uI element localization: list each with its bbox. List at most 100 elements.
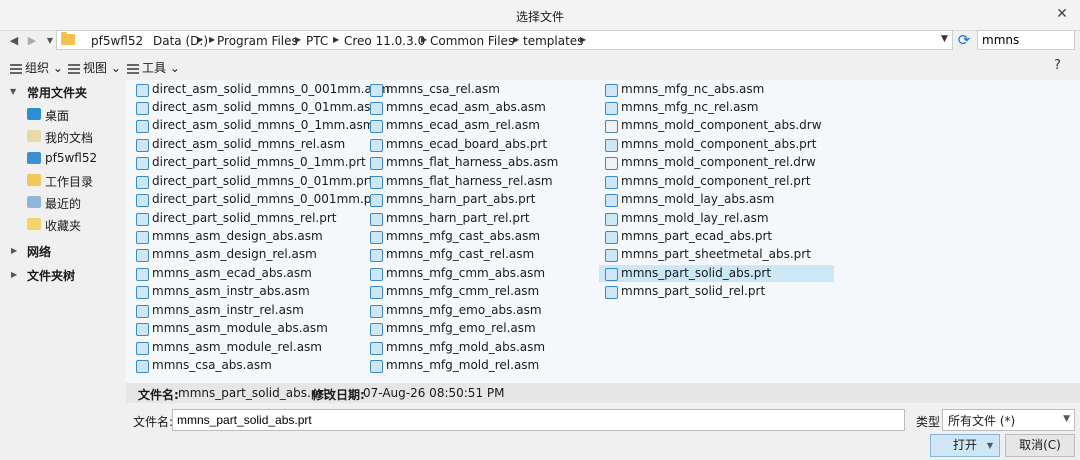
file-icon xyxy=(605,249,618,262)
file-icon xyxy=(370,213,383,226)
star-icon xyxy=(27,218,41,230)
file-icon xyxy=(370,305,383,318)
tools-menu[interactable]: 工具 ⌄ xyxy=(127,59,180,76)
file-icon xyxy=(136,120,149,133)
file-icon xyxy=(136,286,149,299)
working-dir-icon xyxy=(27,174,41,186)
file-icon xyxy=(370,157,383,170)
file-icon xyxy=(605,102,618,115)
crumb-separator-icon[interactable]: ▶ xyxy=(333,35,339,44)
file-icon xyxy=(136,102,149,115)
chevron-down-icon[interactable]: ▼ xyxy=(987,435,993,456)
close-icon[interactable]: ✕ xyxy=(1054,6,1070,22)
file-type-select[interactable]: 所有文件 (*) ▼ xyxy=(942,409,1075,431)
crumb-templates[interactable]: templates xyxy=(523,34,583,48)
file-list: direct_asm_solid_mmns_0_001mm.asm direct… xyxy=(126,80,1080,383)
file-icon xyxy=(136,176,149,189)
open-button[interactable]: 打开 ▼ xyxy=(930,434,1000,457)
file-icon xyxy=(370,194,383,207)
documents-icon xyxy=(27,130,41,142)
crumb-ptc[interactable]: PTC xyxy=(306,34,328,48)
expand-icon[interactable]: ▶ xyxy=(11,246,17,255)
crumb-pf5wfl52[interactable]: pf5wfl52 xyxy=(91,34,143,48)
folder-icon xyxy=(61,32,75,45)
expand-icon[interactable]: ▶ xyxy=(11,270,17,279)
network-header[interactable]: 网络 xyxy=(27,243,51,260)
file-icon xyxy=(136,157,149,170)
file-icon xyxy=(136,305,149,318)
help-cursor-icon[interactable]: ? xyxy=(1054,58,1061,73)
file-icon xyxy=(605,213,618,226)
view-icon xyxy=(68,62,80,74)
back-icon[interactable]: ◀ xyxy=(6,33,22,49)
title-bar: 选择文件 ✕ xyxy=(0,0,1080,31)
file-icon xyxy=(136,213,149,226)
type-label: 类型 xyxy=(916,415,941,429)
file-icon xyxy=(136,139,149,152)
info-name-value: mmns_part_solid_abs.prt xyxy=(178,386,329,400)
file-icon xyxy=(370,286,383,299)
search-input[interactable] xyxy=(977,30,1075,50)
file-icon xyxy=(136,360,149,373)
list-item-selected[interactable]: mmns_part_solid_abs.prt xyxy=(599,265,834,282)
bottom-panel: 文件名: 类型 所有文件 (*)▼ 打开▼ 取消(C) xyxy=(0,403,1080,460)
file-icon xyxy=(370,360,383,373)
file-icon xyxy=(370,249,383,262)
expand-icon[interactable]: ▼ xyxy=(10,87,16,96)
path-dropdown-icon[interactable]: ▼ xyxy=(941,34,948,44)
tools-icon xyxy=(127,62,139,74)
drawing-file-icon xyxy=(605,157,618,170)
address-bar: ◀ ▶ ▼ pf5wfl52 ▶ Data (D:) ▶ Program Fil… xyxy=(0,30,1080,52)
file-icon xyxy=(370,139,383,152)
file-icon xyxy=(370,102,383,115)
crumb-separator-icon[interactable]: ▶ xyxy=(580,35,586,44)
file-icon xyxy=(370,268,383,281)
file-icon xyxy=(605,176,618,189)
favorites-header[interactable]: 常用文件夹 xyxy=(27,84,87,101)
path-box[interactable]: pf5wfl52 ▶ Data (D:) ▶ Program Files ▶ P… xyxy=(56,30,953,50)
forward-icon[interactable]: ▶ xyxy=(24,33,40,49)
drawing-file-icon xyxy=(605,120,618,133)
crumb-separator-icon[interactable]: ▶ xyxy=(295,35,301,44)
crumb-data-d[interactable]: Data (D:) xyxy=(153,34,208,48)
folder-tree-header[interactable]: 文件夹树 xyxy=(27,267,75,284)
file-icon xyxy=(136,84,149,97)
filename-label: 文件名: xyxy=(133,415,174,429)
file-icon xyxy=(136,323,149,336)
computer-icon xyxy=(27,152,41,164)
file-icon xyxy=(370,120,383,133)
file-icon xyxy=(605,268,618,281)
toolbar: 组织 ⌄ 视图 ⌄ 工具 ⌄ xyxy=(0,54,1080,78)
crumb-creo[interactable]: Creo 11.0.3.0 xyxy=(344,34,425,48)
refresh-icon[interactable]: ⟳ xyxy=(955,31,973,49)
window-title: 选择文件 xyxy=(515,10,564,24)
file-icon xyxy=(605,231,618,244)
file-icon xyxy=(370,231,383,244)
file-icon xyxy=(136,268,149,281)
info-date-label: 修改日期: xyxy=(312,388,365,402)
file-icon xyxy=(370,323,383,336)
crumb-separator-icon[interactable]: ▶ xyxy=(421,35,427,44)
crumb-common-files[interactable]: Common Files xyxy=(430,34,514,48)
file-icon xyxy=(370,176,383,189)
view-menu[interactable]: 视图 ⌄ xyxy=(68,59,121,76)
file-icon xyxy=(136,231,149,244)
file-icon xyxy=(605,139,618,152)
file-icon xyxy=(136,249,149,262)
file-icon xyxy=(370,84,383,97)
file-icon xyxy=(605,286,618,299)
chevron-down-icon: ▼ xyxy=(1063,414,1070,424)
file-icon xyxy=(605,84,618,97)
info-date-value: 07-Aug-26 08:50:51 PM xyxy=(363,386,505,400)
file-icon xyxy=(370,342,383,355)
filename-input[interactable] xyxy=(172,409,905,431)
crumb-separator-icon[interactable]: ▶ xyxy=(513,35,519,44)
cancel-button[interactable]: 取消(C) xyxy=(1005,434,1075,457)
recent-icon xyxy=(27,196,41,208)
file-icon xyxy=(136,342,149,355)
crumb-separator-icon[interactable]: ▶ xyxy=(209,35,215,44)
crumb-program-files[interactable]: Program Files xyxy=(217,34,298,48)
organize-menu[interactable]: 组织 ⌄ xyxy=(10,59,63,76)
file-icon xyxy=(605,194,618,207)
info-name-label: 文件名: xyxy=(138,388,179,402)
